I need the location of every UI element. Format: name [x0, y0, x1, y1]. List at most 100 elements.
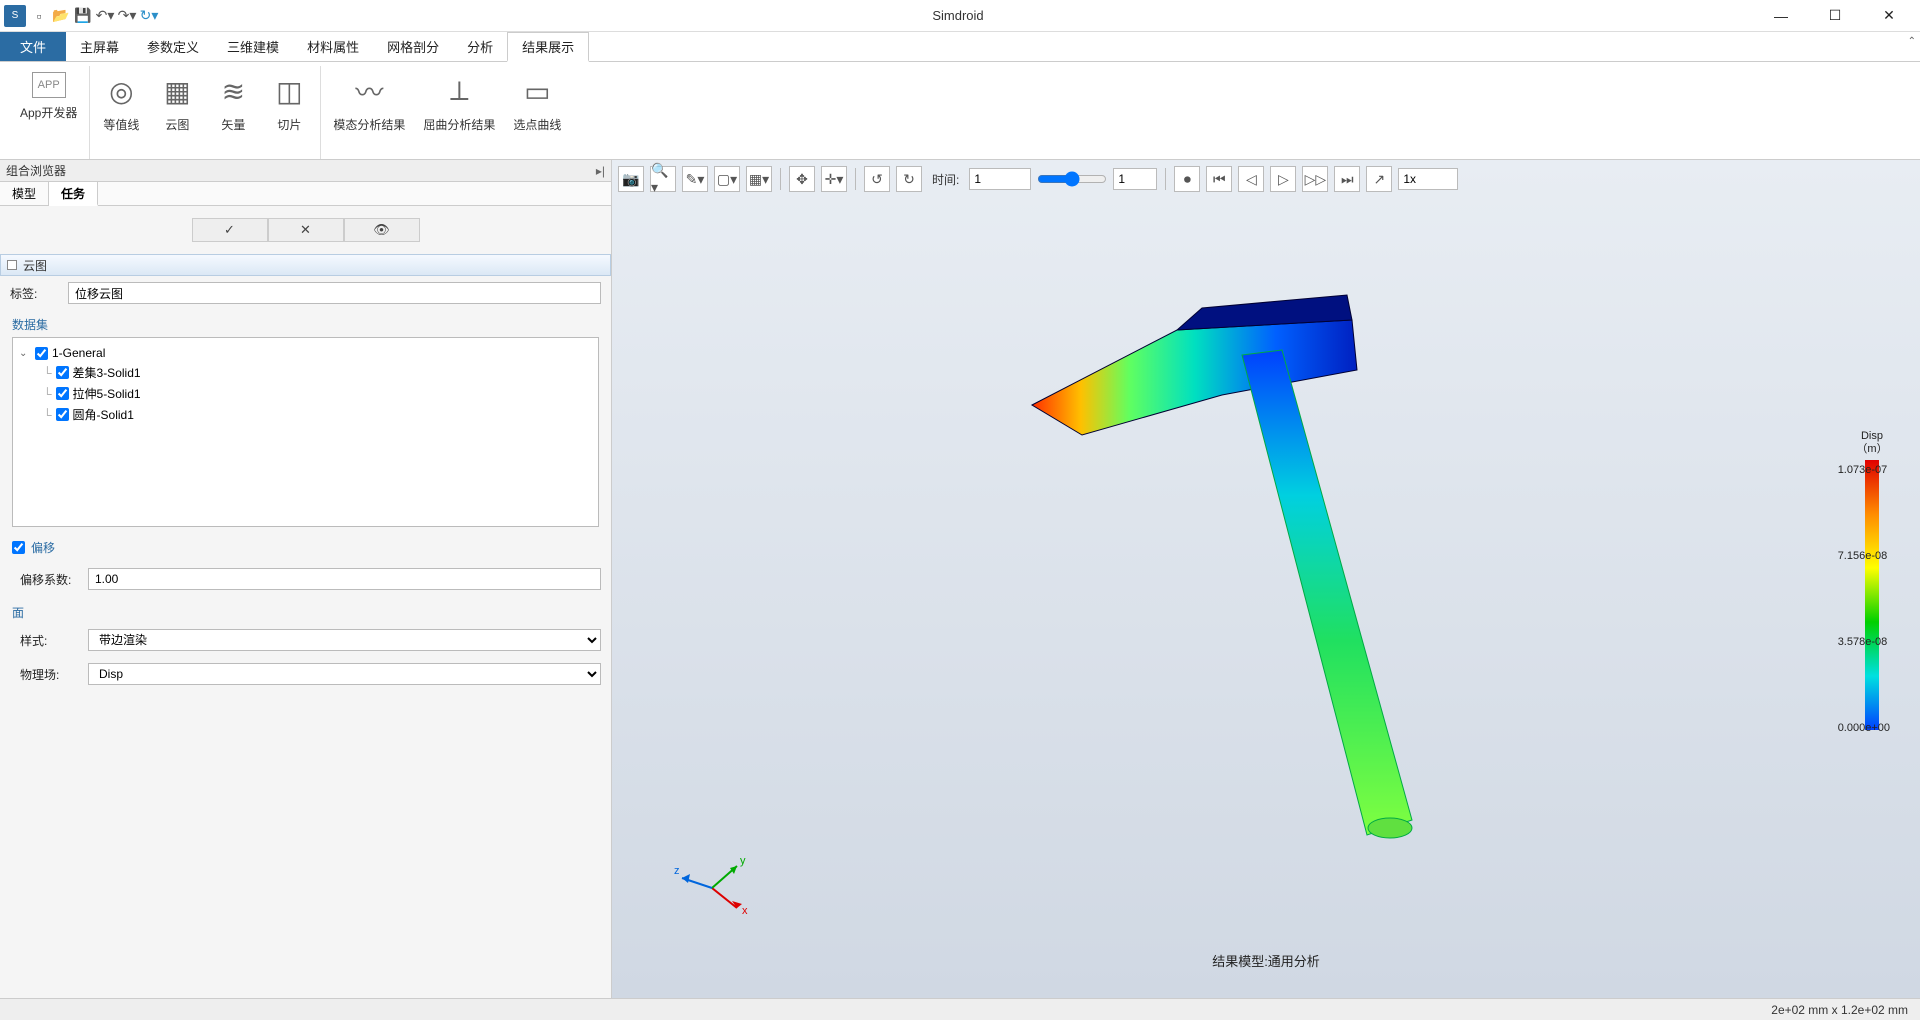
legend-tick: 3.578e-08 [1838, 636, 1888, 648]
new-icon[interactable]: ▫ [30, 7, 48, 25]
section-cloud: 云图 [0, 254, 611, 276]
offset-coef-label: 偏移系数: [20, 571, 80, 588]
panel-title-text: 组合浏览器 [6, 162, 66, 179]
style-select[interactable]: 带边渲染 [88, 629, 601, 651]
rotate-left-icon[interactable]: ↺ [864, 166, 890, 192]
ribbon-buckling-result[interactable]: ⟂屈曲分析结果 [419, 66, 499, 159]
highlight-icon[interactable]: ✎▾ [682, 166, 708, 192]
menu-file[interactable]: 文件 [0, 32, 66, 61]
root-checkbox[interactable] [35, 347, 48, 360]
result-model-render [962, 260, 1482, 880]
offset-coef-input[interactable] [88, 568, 601, 590]
ribbon-vector[interactable]: ≋矢量 [210, 66, 256, 159]
ribbon-slice[interactable]: ◫切片 [266, 66, 312, 159]
status-bar: 2e+02 mm x 1.2e+02 mm [0, 998, 1920, 1020]
window-title: Simdroid [158, 8, 1758, 23]
rotate-right-icon[interactable]: ↻ [896, 166, 922, 192]
main-area: 组合浏览器 ▸| 模型 任务 ✓ ✕ 👁 云图 标签: 数据集 ⌄ [0, 160, 1920, 998]
redo-icon[interactable]: ↷▾ [118, 7, 136, 25]
close-button[interactable]: ✕ [1866, 1, 1912, 31]
separator [855, 168, 856, 190]
offset-checkbox[interactable] [12, 541, 25, 554]
first-frame-icon[interactable]: ⏮ [1206, 166, 1232, 192]
label-label: 标签: [10, 285, 60, 302]
ribbon-group-app: APP App开发器 [8, 66, 90, 159]
menu-results[interactable]: 结果展示 [507, 32, 589, 62]
fit-icon[interactable]: ✥ [789, 166, 815, 192]
viewport-bottom-label: 结果模型:通用分析 [1212, 951, 1320, 970]
panel-title: 组合浏览器 ▸| [0, 160, 611, 182]
ribbon-isoline[interactable]: ◎等值线 [98, 66, 144, 159]
isoline-icon: ◎ [102, 72, 140, 110]
minimize-button[interactable]: ― [1758, 1, 1804, 31]
dataset-tree[interactable]: ⌄ 1-General └ 差集3-Solid1 └ 拉伸5-Solid1 └ … [12, 337, 599, 527]
menu-mesh[interactable]: 网格剖分 [373, 32, 453, 61]
svg-text:z: z [674, 865, 680, 877]
label-input[interactable] [68, 282, 601, 304]
ribbon-cloud[interactable]: ▦云图 [154, 66, 200, 159]
vector-icon: ≋ [214, 72, 252, 110]
axis-icon[interactable]: ✛▾ [821, 166, 847, 192]
ribbon-app-developer[interactable]: APP App开发器 [16, 66, 81, 159]
app-box-icon: APP [32, 72, 66, 98]
menu-home[interactable]: 主屏幕 [66, 32, 133, 61]
open-icon[interactable]: 📂 [52, 7, 70, 25]
time-input[interactable] [969, 168, 1031, 190]
camera-icon[interactable]: 📷 [618, 166, 644, 192]
menu-material[interactable]: 材料属性 [293, 32, 373, 61]
label-row: 标签: [0, 276, 611, 310]
section-icon [7, 260, 17, 270]
refresh-icon[interactable]: ↻▾ [140, 7, 158, 25]
separator [780, 168, 781, 190]
cancel-button[interactable]: ✕ [268, 218, 344, 242]
style-label: 样式: [20, 632, 80, 649]
viewport[interactable]: 📷 🔍▾ ✎▾ ▢▾ ▦▾ ✥ ✛▾ ↺ ↻ 时间: ⏺ ⏮ ◁ ▷ ▷▷ ⏭ … [612, 160, 1920, 998]
offset-label: 偏移 [31, 539, 55, 556]
side-panel: 组合浏览器 ▸| 模型 任务 ✓ ✕ 👁 云图 标签: 数据集 ⌄ [0, 160, 612, 998]
legend-tick: 7.156e-08 [1838, 550, 1888, 562]
field-row: 物理场: Disp [0, 657, 611, 691]
frame-input[interactable] [1113, 168, 1157, 190]
tree-root[interactable]: ⌄ 1-General [19, 344, 592, 362]
tree-item[interactable]: └ 圆角-Solid1 [19, 404, 592, 425]
tab-task[interactable]: 任务 [49, 182, 98, 206]
tab-model[interactable]: 模型 [0, 182, 49, 205]
legend-title: Disp （m） [1856, 430, 1887, 456]
speed-input[interactable] [1398, 168, 1458, 190]
time-label: 时间: [932, 171, 959, 188]
next-frame-icon[interactable]: ▷▷ [1302, 166, 1328, 192]
ribbon-point-curve[interactable]: ▭选点曲线 [509, 66, 565, 159]
preview-button[interactable]: 👁 [344, 218, 420, 242]
field-select[interactable]: Disp [88, 663, 601, 685]
section-title: 云图 [23, 257, 47, 274]
prev-frame-icon[interactable]: ◁ [1238, 166, 1264, 192]
tree-item[interactable]: └ 差集3-Solid1 [19, 362, 592, 383]
maximize-button[interactable]: ☐ [1812, 1, 1858, 31]
undo-icon[interactable]: ↶▾ [96, 7, 114, 25]
record-icon[interactable]: ⏺ [1174, 166, 1200, 192]
menu-3d-model[interactable]: 三维建模 [213, 32, 293, 61]
ribbon-modal-result[interactable]: 〰模态分析结果 [329, 66, 409, 159]
save-icon[interactable]: 💾 [74, 7, 92, 25]
play-icon[interactable]: ▷ [1270, 166, 1296, 192]
menu-params[interactable]: 参数定义 [133, 32, 213, 61]
export-icon[interactable]: ↗ [1366, 166, 1392, 192]
app-logo-icon: S [4, 5, 26, 27]
svg-text:x: x [742, 905, 748, 917]
apply-button[interactable]: ✓ [192, 218, 268, 242]
child-checkbox-0[interactable] [56, 366, 69, 379]
zoom-icon[interactable]: 🔍▾ [650, 166, 676, 192]
child-checkbox-1[interactable] [56, 387, 69, 400]
view-mode-icon[interactable]: ▢▾ [714, 166, 740, 192]
child-checkbox-2[interactable] [56, 408, 69, 421]
time-slider[interactable] [1037, 171, 1107, 187]
ribbon-collapse-icon[interactable]: ⌃ [1908, 36, 1916, 47]
pin-icon[interactable]: ▸| [596, 164, 605, 178]
colormap-icon[interactable]: ▦▾ [746, 166, 772, 192]
tree-item[interactable]: └ 拉伸5-Solid1 [19, 383, 592, 404]
menu-analysis[interactable]: 分析 [453, 32, 507, 61]
title-bar: S ▫ 📂 💾 ↶▾ ↷▾ ↻▾ Simdroid ― ☐ ✕ [0, 0, 1920, 32]
last-frame-icon[interactable]: ⏭ [1334, 166, 1360, 192]
tree-expand-icon[interactable]: ⌄ [19, 348, 31, 359]
slice-icon: ◫ [270, 72, 308, 110]
